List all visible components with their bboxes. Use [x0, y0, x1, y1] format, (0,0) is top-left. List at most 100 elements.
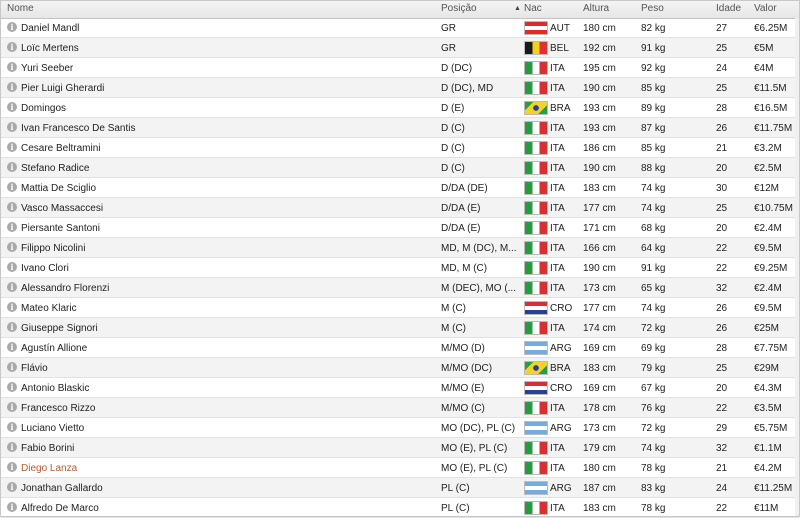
info-icon[interactable]: i: [7, 362, 17, 372]
player-age: 25: [716, 83, 728, 94]
player-name[interactable]: Ivano Clori: [21, 263, 69, 274]
player-name[interactable]: Yuri Seeber: [21, 63, 73, 74]
flag-icon: [524, 181, 548, 195]
player-weight: 74 kg: [641, 303, 666, 314]
info-icon[interactable]: i: [7, 102, 17, 112]
info-icon[interactable]: i: [7, 322, 17, 332]
player-name[interactable]: Alfredo De Marco: [21, 503, 99, 514]
table-row[interactable]: i Luciano Vietto MO (DC), PL (C) ARG 173 cm 7…: [1, 418, 799, 438]
info-icon[interactable]: i: [7, 42, 17, 52]
table-row[interactable]: i Filippo Nicolini MD, M (DC), M... ITA 166 …: [1, 238, 799, 258]
player-name[interactable]: Agustín Allione: [21, 343, 87, 354]
table-row[interactable]: i Yuri Seeber D (DC) ITA 195 cm 92 kg 24 €4M: [1, 58, 799, 78]
vertical-scrollbar[interactable]: [795, 18, 799, 516]
table-row[interactable]: i Ivano Clori MD, M (C) ITA 190 cm 91 kg 22 €9.…: [1, 258, 799, 278]
table-row[interactable]: i Cesare Beltramini D (C) ITA 186 cm 85 kg 21 €…: [1, 138, 799, 158]
player-name[interactable]: Vasco Massaccesi: [21, 203, 103, 214]
player-name[interactable]: Antonio Blaskic: [21, 383, 89, 394]
info-icon[interactable]: i: [7, 242, 17, 252]
player-name[interactable]: Giuseppe Signori: [21, 323, 98, 334]
info-icon[interactable]: i: [7, 82, 17, 92]
player-name[interactable]: Pier Luigi Gherardi: [21, 83, 104, 94]
player-value: €7.75M: [754, 343, 788, 354]
table-row[interactable]: i Jonathan Gallardo PL (C) ARG 187 cm 83 kg 24…: [1, 478, 799, 498]
player-name[interactable]: Ivan Francesco De Santis: [21, 123, 136, 134]
info-icon[interactable]: i: [7, 422, 17, 432]
info-icon[interactable]: i: [7, 122, 17, 132]
info-icon[interactable]: i: [7, 142, 17, 152]
column-header-weight[interactable]: Peso: [641, 3, 664, 14]
table-row[interactable]: i Vasco Massaccesi D/DA (E) ITA 177 cm 74 kg 2…: [1, 198, 799, 218]
table-row[interactable]: i Francesco Rizzo M/MO (C) ITA 178 cm 76 kg 22…: [1, 398, 799, 418]
player-value: €29M: [754, 363, 780, 374]
info-icon[interactable]: i: [7, 202, 17, 212]
player-name[interactable]: Filippo Nicolini: [21, 243, 85, 254]
player-weight: 74 kg: [641, 203, 666, 214]
table-row[interactable]: i Agustín Allione M/MO (D) ARG 169 cm 69 kg 28…: [1, 338, 799, 358]
player-name[interactable]: Daniel Mandl: [21, 23, 79, 34]
column-header-position[interactable]: Posição: [441, 3, 477, 14]
info-icon[interactable]: i: [7, 482, 17, 492]
player-name[interactable]: Stefano Radice: [21, 163, 89, 174]
table-row[interactable]: i Mateo Klaric M (C) CRO 177 cm 74 kg 26 €9.5M: [1, 298, 799, 318]
table-row[interactable]: i Pier Luigi Gherardi D (DC), MD ITA 190 cm 8…: [1, 78, 799, 98]
player-name[interactable]: Flávio: [21, 363, 48, 374]
column-header-height[interactable]: Altura: [583, 3, 609, 14]
column-header-value[interactable]: Valor: [754, 3, 777, 14]
info-icon[interactable]: i: [7, 282, 17, 292]
table-row[interactable]: i Alfredo De Marco PL (C) ITA 183 cm 78 kg 22 €…: [1, 498, 799, 518]
info-icon[interactable]: i: [7, 502, 17, 512]
player-nationality: ITA: [550, 223, 565, 234]
player-weight: 78 kg: [641, 503, 666, 514]
table-row[interactable]: i Diego Lanza MO (E), PL (C) ITA 180 cm 78 kg…: [1, 458, 799, 478]
info-icon[interactable]: i: [7, 402, 17, 412]
player-name[interactable]: Luciano Vietto: [21, 423, 84, 434]
column-header-nationality[interactable]: Nac: [524, 3, 542, 14]
info-icon[interactable]: i: [7, 302, 17, 312]
player-value: €9.25M: [754, 263, 788, 274]
player-name[interactable]: Francesco Rizzo: [21, 403, 95, 414]
column-header-name[interactable]: Nome: [7, 3, 34, 14]
table-row[interactable]: i Flávio M/MO (DC) BRA 183 cm 79 kg 25 €29M: [1, 358, 799, 378]
info-icon[interactable]: i: [7, 62, 17, 72]
player-age: 21: [716, 463, 728, 474]
info-icon[interactable]: i: [7, 262, 17, 272]
player-age: 32: [716, 443, 728, 454]
player-name[interactable]: Loïc Mertens: [21, 43, 79, 54]
info-icon[interactable]: i: [7, 342, 17, 352]
player-name[interactable]: Piersante Santoni: [21, 223, 100, 234]
info-icon[interactable]: i: [7, 442, 17, 452]
info-icon[interactable]: i: [7, 182, 17, 192]
table-row[interactable]: i Mattia De Sciglio D/DA (DE) ITA 183 cm 74 k…: [1, 178, 799, 198]
info-icon[interactable]: i: [7, 222, 17, 232]
player-name[interactable]: Fabio Borini: [21, 443, 74, 454]
table-row[interactable]: i Piersante Santoni D/DA (E) ITA 171 cm 68 kg…: [1, 218, 799, 238]
player-name[interactable]: Mateo Klaric: [21, 303, 77, 314]
table-row[interactable]: i Antonio Blaskic M/MO (E) CRO 169 cm 67 kg 20…: [1, 378, 799, 398]
info-icon[interactable]: i: [7, 382, 17, 392]
player-name[interactable]: Cesare Beltramini: [21, 143, 100, 154]
player-name[interactable]: Alessandro Florenzi: [21, 283, 109, 294]
table-row[interactable]: i Stefano Radice D (C) ITA 190 cm 88 kg 20 €2.5…: [1, 158, 799, 178]
player-name[interactable]: Jonathan Gallardo: [21, 483, 103, 494]
table-row[interactable]: i Domingos D (E) BRA 193 cm 89 kg 28 €16.5M: [1, 98, 799, 118]
player-age: 29: [716, 423, 728, 434]
table-row[interactable]: i Ivan Francesco De Santis D (C) ITA 193 cm 8…: [1, 118, 799, 138]
column-header-age[interactable]: Idade: [716, 3, 741, 14]
table-row[interactable]: i Loïc Mertens GR BEL 192 cm 91 kg 25 €5M: [1, 38, 799, 58]
player-weight: 82 kg: [641, 23, 666, 34]
info-icon[interactable]: i: [7, 22, 17, 32]
player-name[interactable]: Mattia De Sciglio: [21, 183, 96, 194]
player-age: 22: [716, 403, 728, 414]
table-row[interactable]: i Alessandro Florenzi M (DEC), MO (... ITA 1…: [1, 278, 799, 298]
table-row[interactable]: i Daniel Mandl GR AUT 180 cm 82 kg 27 €6.25M: [1, 18, 799, 38]
table-row[interactable]: i Giuseppe Signori M (C) ITA 174 cm 72 kg 26 €2…: [1, 318, 799, 338]
table-row[interactable]: i Fabio Borini MO (E), PL (C) ITA 179 cm 74 k…: [1, 438, 799, 458]
player-name[interactable]: Domingos: [21, 103, 66, 114]
player-value: €5.75M: [754, 423, 788, 434]
info-icon[interactable]: i: [7, 162, 17, 172]
player-name[interactable]: Diego Lanza: [21, 463, 77, 474]
info-icon[interactable]: i: [7, 462, 17, 472]
player-nationality: BRA: [550, 103, 571, 114]
player-age: 25: [716, 43, 728, 54]
